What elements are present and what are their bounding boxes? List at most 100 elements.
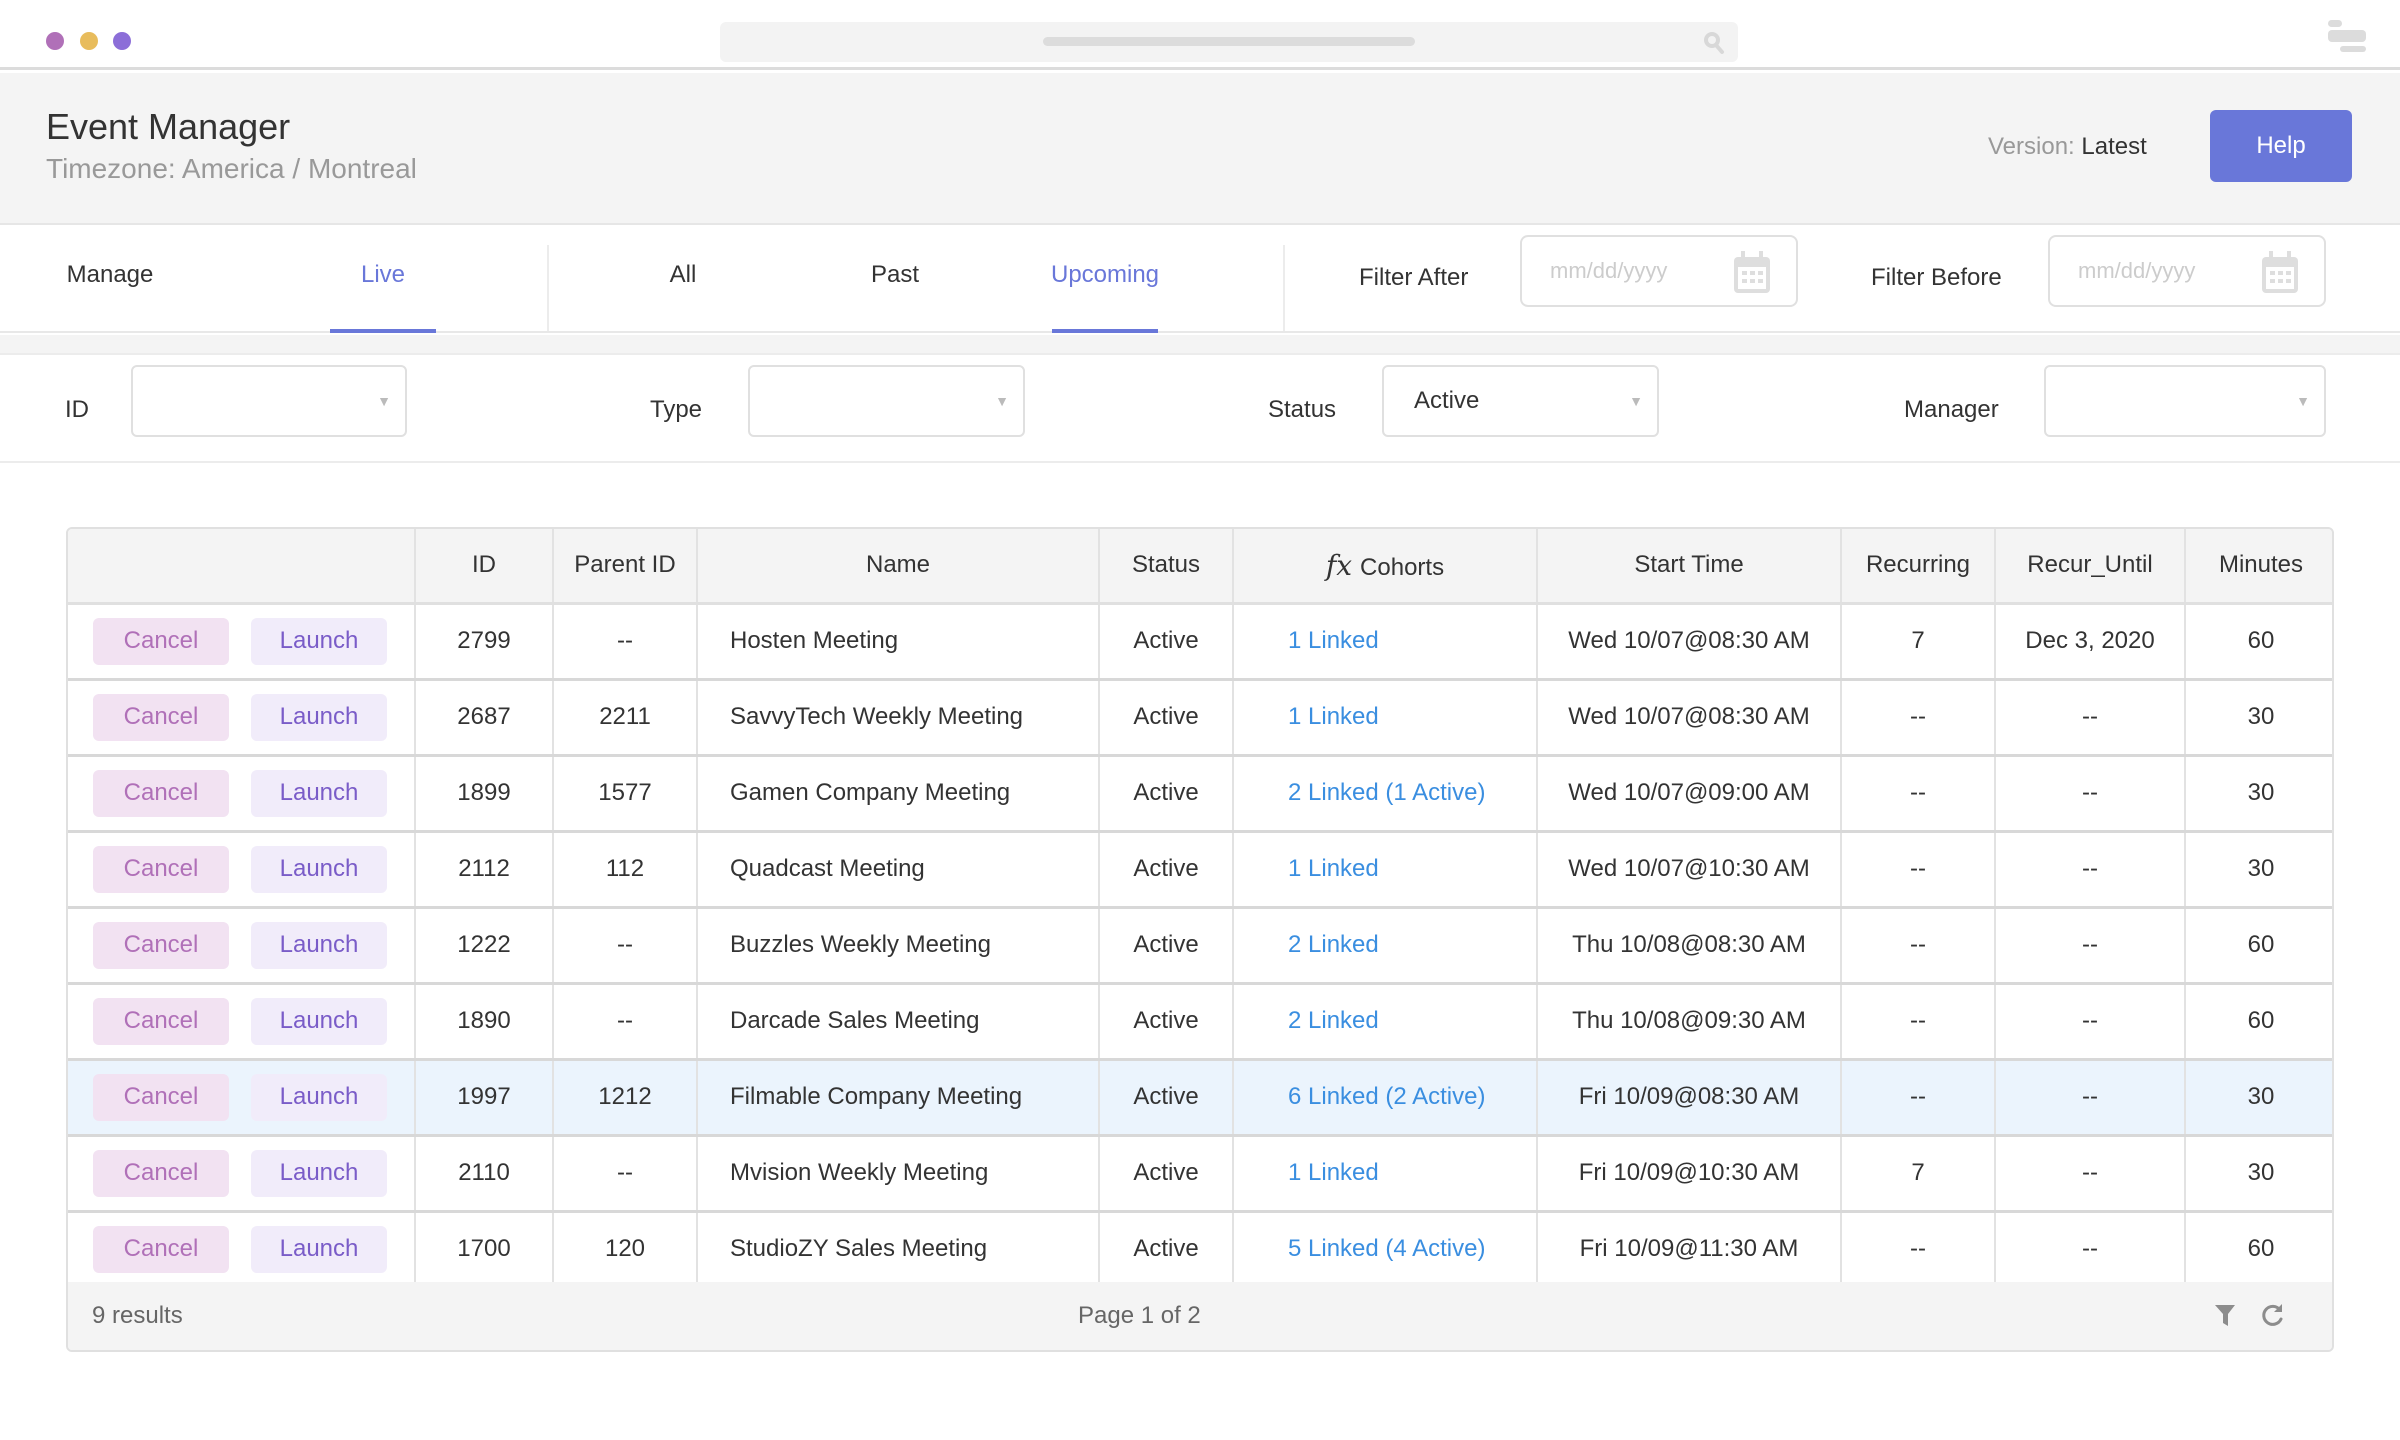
window-maximize-dot[interactable] bbox=[113, 32, 131, 50]
filter-before-date-input[interactable]: mm/dd/yyyy bbox=[2048, 235, 2326, 307]
tab-label: Manage bbox=[66, 261, 154, 288]
cell-parent-id: -- bbox=[553, 907, 698, 985]
row-actions-cell: Cancel Launch bbox=[68, 907, 416, 985]
page-title: Event Manager bbox=[46, 106, 291, 147]
launch-button[interactable]: Launch bbox=[251, 693, 387, 741]
column-header-recur-until[interactable]: Recur_Until bbox=[1995, 529, 2186, 605]
cell-status: Active bbox=[1099, 1135, 1234, 1213]
table-row[interactable]: Cancel Launch 2687 2211 SavvyTech Weekly … bbox=[68, 679, 2332, 757]
chevron-down-icon: ▼ bbox=[995, 393, 1009, 409]
table-row[interactable]: Cancel Launch 1222 -- Buzzles Weekly Meet… bbox=[68, 907, 2332, 985]
cell-cohorts-link[interactable]: 2 Linked (1 Active) bbox=[1233, 755, 1538, 833]
cell-cohorts-link[interactable]: 5 Linked (4 Active) bbox=[1233, 1211, 1538, 1289]
cell-status: Active bbox=[1099, 603, 1234, 681]
cell-id: 1890 bbox=[415, 983, 554, 1061]
tab-past[interactable]: Past bbox=[842, 225, 948, 331]
tab-live[interactable]: Live bbox=[330, 225, 436, 333]
tab-all[interactable]: All bbox=[630, 225, 736, 331]
tab-manage[interactable]: Manage bbox=[30, 225, 190, 331]
status-filter-select[interactable]: Active ▼ bbox=[1382, 365, 1659, 437]
cell-cohorts-link[interactable]: 2 Linked bbox=[1233, 907, 1538, 985]
column-header-name[interactable]: Name bbox=[697, 529, 1100, 605]
filter-icon[interactable] bbox=[2212, 1302, 2238, 1328]
version-value: Latest bbox=[2081, 133, 2147, 160]
manager-filter-select[interactable]: ▼ bbox=[2044, 365, 2326, 437]
cancel-button[interactable]: Cancel bbox=[93, 1073, 229, 1121]
window-close-dot[interactable] bbox=[46, 32, 64, 50]
row-actions-cell: Cancel Launch bbox=[68, 983, 416, 1061]
launch-button[interactable]: Launch bbox=[251, 617, 387, 665]
window-minimize-dot[interactable] bbox=[80, 32, 98, 50]
tab-upcoming[interactable]: Upcoming bbox=[1051, 225, 1159, 333]
launch-button[interactable]: Launch bbox=[251, 845, 387, 893]
table-row[interactable]: Cancel Launch 2799 -- Hosten Meeting Acti… bbox=[68, 603, 2332, 681]
refresh-icon[interactable] bbox=[2260, 1302, 2286, 1328]
cell-cohorts-link[interactable]: 1 Linked bbox=[1233, 679, 1538, 757]
table-row[interactable]: Cancel Launch 1997 1212 Filmable Company … bbox=[68, 1059, 2332, 1137]
cell-cohorts-link[interactable]: 1 Linked bbox=[1233, 1135, 1538, 1213]
cell-cohorts-link[interactable]: 6 Linked (2 Active) bbox=[1233, 1059, 1538, 1137]
cell-minutes: 30 bbox=[2185, 755, 2332, 833]
table-row[interactable]: Cancel Launch 2110 -- Mvision Weekly Meet… bbox=[68, 1135, 2332, 1213]
column-header-id[interactable]: ID bbox=[415, 529, 554, 605]
cell-status: Active bbox=[1099, 983, 1234, 1061]
cell-minutes: 60 bbox=[2185, 603, 2332, 681]
column-header-cohorts[interactable]: fx Cohorts bbox=[1233, 529, 1538, 605]
search-icon[interactable] bbox=[1702, 30, 1726, 54]
cancel-button[interactable]: Cancel bbox=[93, 845, 229, 893]
chevron-down-icon: ▼ bbox=[2296, 393, 2310, 409]
column-header-start-time[interactable]: Start Time bbox=[1537, 529, 1842, 605]
cell-cohorts-link[interactable]: 2 Linked bbox=[1233, 983, 1538, 1061]
launch-button[interactable]: Launch bbox=[251, 1149, 387, 1197]
pagination-label[interactable]: Page 1 of 2 bbox=[1078, 1282, 1201, 1350]
tab-label: All bbox=[669, 261, 697, 288]
column-header-status[interactable]: Status bbox=[1099, 529, 1234, 605]
cancel-button[interactable]: Cancel bbox=[93, 1149, 229, 1197]
table-row[interactable]: Cancel Launch 1899 1577 Gamen Company Mee… bbox=[68, 755, 2332, 833]
calendar-icon[interactable] bbox=[1732, 251, 1772, 295]
launch-button[interactable]: Launch bbox=[251, 921, 387, 969]
cell-recurring: -- bbox=[1841, 679, 1996, 757]
active-tab-indicator bbox=[330, 329, 436, 333]
cell-id: 2112 bbox=[415, 831, 554, 909]
active-tab-indicator bbox=[1052, 329, 1158, 333]
cancel-button[interactable]: Cancel bbox=[93, 1225, 229, 1273]
launch-button[interactable]: Launch bbox=[251, 1225, 387, 1273]
calendar-icon[interactable] bbox=[2260, 251, 2300, 295]
cell-cohorts-link[interactable]: 1 Linked bbox=[1233, 603, 1538, 681]
id-filter-select[interactable]: ▼ bbox=[131, 365, 407, 437]
column-header-recurring[interactable]: Recurring bbox=[1841, 529, 1996, 605]
help-button[interactable]: Help bbox=[2210, 110, 2352, 182]
cell-id: 2799 bbox=[415, 603, 554, 681]
launch-button[interactable]: Launch bbox=[251, 769, 387, 817]
filter-after-date-input[interactable]: mm/dd/yyyy bbox=[1520, 235, 1798, 307]
table-row[interactable]: Cancel Launch 1700 120 StudioZY Sales Mee… bbox=[68, 1211, 2332, 1289]
type-filter-select[interactable]: ▼ bbox=[748, 365, 1025, 437]
table-row[interactable]: Cancel Launch 1890 -- Darcade Sales Meeti… bbox=[68, 983, 2332, 1061]
cancel-button[interactable]: Cancel bbox=[93, 769, 229, 817]
cancel-button[interactable]: Cancel bbox=[93, 617, 229, 665]
date-placeholder: mm/dd/yyyy bbox=[1550, 258, 1668, 283]
menu-icon[interactable] bbox=[2326, 18, 2366, 54]
cell-start-time: Fri 10/09@08:30 AM bbox=[1537, 1059, 1842, 1137]
launch-button[interactable]: Launch bbox=[251, 1073, 387, 1121]
cell-recur-until: -- bbox=[1995, 755, 2186, 833]
cancel-button[interactable]: Cancel bbox=[93, 997, 229, 1045]
cancel-button[interactable]: Cancel bbox=[93, 921, 229, 969]
cancel-button[interactable]: Cancel bbox=[93, 693, 229, 741]
cell-id: 1997 bbox=[415, 1059, 554, 1137]
launch-button[interactable]: Launch bbox=[251, 997, 387, 1045]
row-actions-cell: Cancel Launch bbox=[68, 755, 416, 833]
cell-name: Darcade Sales Meeting bbox=[697, 983, 1100, 1061]
tab-label: Past bbox=[870, 261, 920, 288]
cell-name: Gamen Company Meeting bbox=[697, 755, 1100, 833]
column-header-minutes[interactable]: Minutes bbox=[2185, 529, 2332, 605]
cell-id: 2110 bbox=[415, 1135, 554, 1213]
cell-status: Active bbox=[1099, 1211, 1234, 1289]
address-bar[interactable] bbox=[720, 22, 1738, 62]
column-header-parent-id[interactable]: Parent ID bbox=[553, 529, 698, 605]
cell-minutes: 30 bbox=[2185, 679, 2332, 757]
cell-minutes: 60 bbox=[2185, 1211, 2332, 1289]
cell-cohorts-link[interactable]: 1 Linked bbox=[1233, 831, 1538, 909]
table-row[interactable]: Cancel Launch 2112 112 Quadcast Meeting A… bbox=[68, 831, 2332, 909]
